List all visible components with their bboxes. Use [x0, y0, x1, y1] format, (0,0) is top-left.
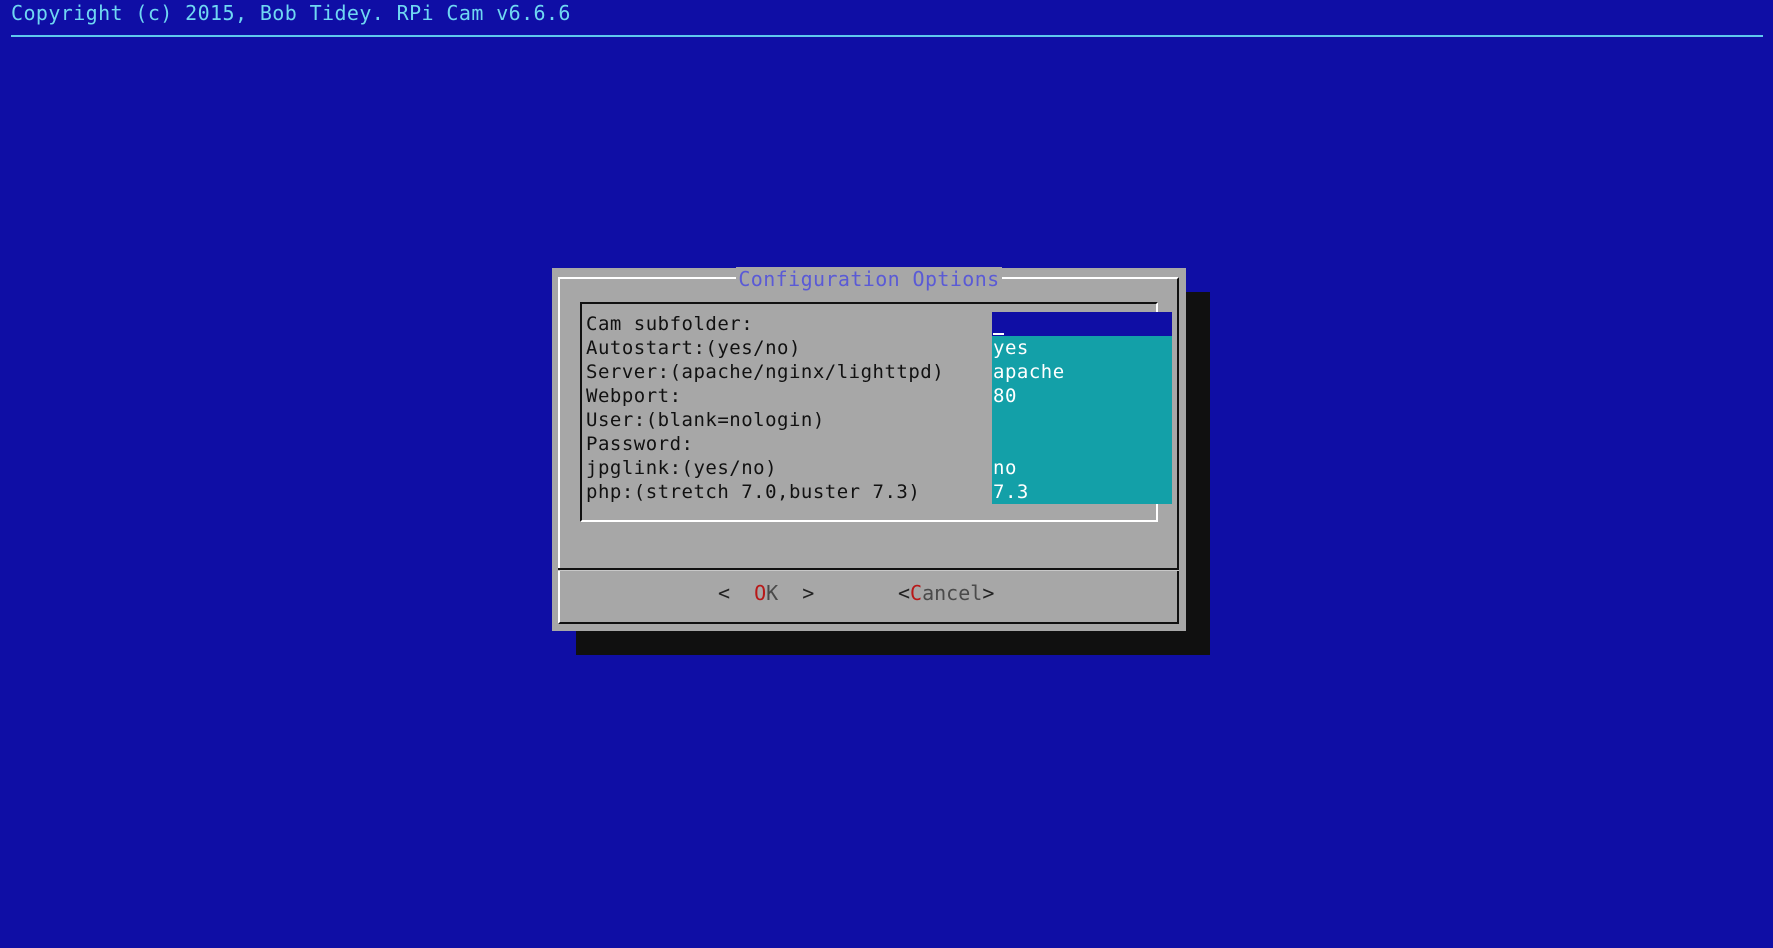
backtitle-rule	[11, 35, 1763, 37]
form-label: User:(blank=nologin)	[586, 409, 825, 431]
ok-button-label: K	[766, 581, 779, 605]
button-bar: < OK > <Cancel>	[552, 580, 1186, 606]
jpglink-field[interactable]: no	[992, 456, 1172, 480]
cam-subfolder-field[interactable]: html	[992, 312, 1172, 359]
ok-button[interactable]: < OK >	[718, 580, 814, 606]
backtitle: Copyright (c) 2015, Bob Tidey. RPi Cam v…	[11, 1, 571, 25]
text-cursor	[993, 333, 1004, 335]
form-label: Autostart:(yes/no)	[586, 337, 801, 359]
form-row-php: php:(stretch 7.0,buster 7.3) 7.3	[586, 480, 1172, 504]
form-label: Password:	[586, 433, 694, 455]
form-label: jpglink:(yes/no)	[586, 457, 778, 479]
form-row-webport: Webport: 80	[586, 384, 1172, 408]
form-label: Webport:	[586, 385, 682, 407]
form-label: Server:(apache/nginx/lighttpd)	[586, 361, 945, 383]
form-label: php:(stretch 7.0,buster 7.3)	[586, 481, 921, 503]
form-label: Cam subfolder:	[586, 313, 754, 335]
user-field[interactable]	[992, 408, 1172, 432]
ok-button-hotkey: O	[754, 581, 767, 605]
password-field[interactable]	[992, 432, 1172, 456]
form-row-password: Password:	[586, 432, 1172, 456]
configuration-dialog: Configuration Options Cam subfolder: htm…	[552, 267, 1186, 631]
php-field[interactable]: 7.3	[992, 480, 1172, 504]
webport-field[interactable]: 80	[992, 384, 1172, 408]
ok-button-open: <	[718, 581, 755, 605]
form-row-autostart: Autostart:(yes/no) yes	[586, 336, 1172, 360]
server-field[interactable]: apache	[992, 360, 1172, 384]
button-separator-highlight	[558, 570, 1179, 571]
form-row-user: User:(blank=nologin)	[586, 408, 1172, 432]
cancel-button-close: >	[982, 581, 995, 605]
form-row-jpglink: jpglink:(yes/no) no	[586, 456, 1172, 480]
ok-button-close: >	[778, 581, 815, 605]
cancel-button[interactable]: <Cancel>	[898, 580, 994, 606]
cancel-button-hotkey: C	[910, 581, 923, 605]
cancel-button-open: <	[898, 581, 911, 605]
autostart-field[interactable]: yes	[992, 336, 1172, 360]
form-row-server: Server:(apache/nginx/lighttpd) apache	[586, 360, 1172, 384]
form-row-cam-subfolder: Cam subfolder: html	[586, 312, 1172, 359]
cancel-button-label: ancel	[922, 581, 983, 605]
terminal-screen: Copyright (c) 2015, Bob Tidey. RPi Cam v…	[0, 0, 1773, 948]
